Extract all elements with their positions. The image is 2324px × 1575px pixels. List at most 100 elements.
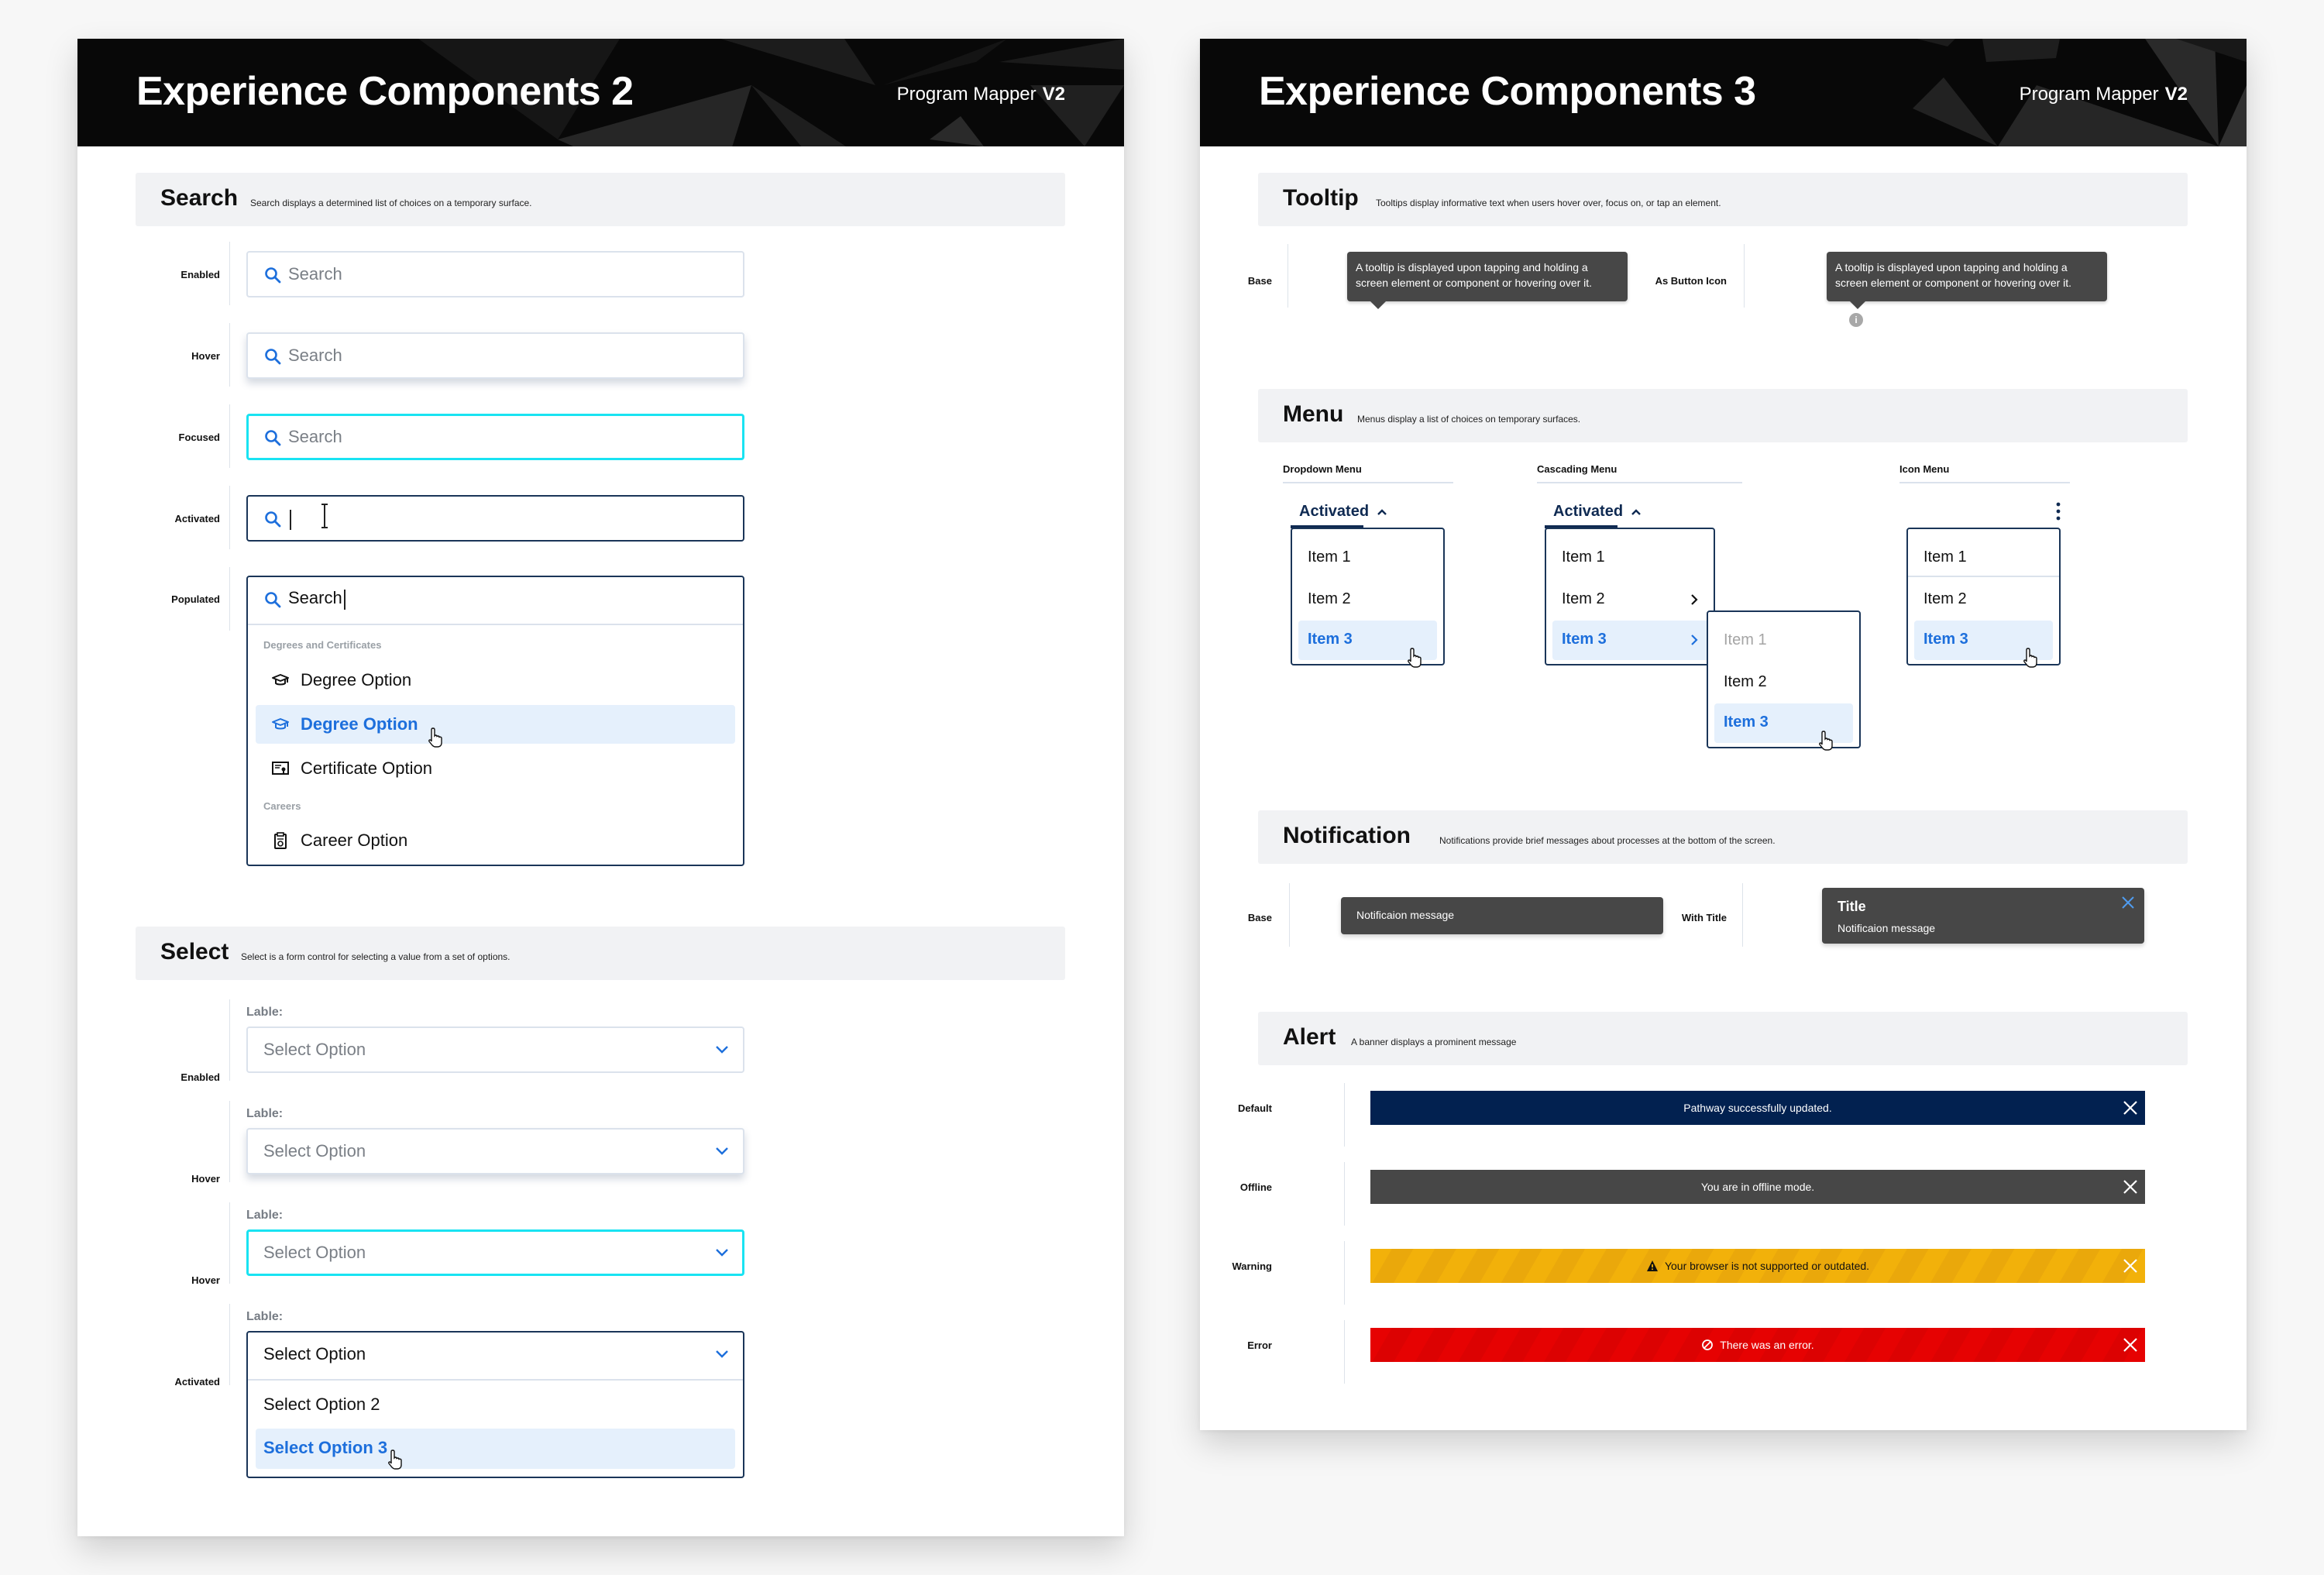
select-value: Select Option xyxy=(263,1243,366,1262)
menu-item-label: Item 3 xyxy=(1562,631,1607,648)
option-label: Degree Option xyxy=(301,670,412,689)
select-hover[interactable]: Select Option xyxy=(246,1128,744,1174)
hand-cursor-icon xyxy=(388,1449,402,1470)
alert-offline: You are in offline mode. xyxy=(1370,1170,2145,1204)
menu-item-label: Item 2 xyxy=(1308,590,1351,607)
close-icon[interactable] xyxy=(2122,1099,2139,1116)
search-placeholder: Search xyxy=(288,427,342,446)
close-icon[interactable] xyxy=(2122,1257,2139,1274)
menu-item-label: Item 3 xyxy=(1724,714,1769,731)
menu-item[interactable]: Item 2 xyxy=(1298,580,1437,620)
prohibited-icon xyxy=(1702,1339,1714,1350)
menu-item[interactable]: Item 2 xyxy=(1914,580,2053,620)
submenu-item-highlighted[interactable]: Item 3 xyxy=(1714,703,1853,751)
divider xyxy=(1537,482,1742,483)
close-icon[interactable] xyxy=(2121,896,2135,910)
chevron-down-icon xyxy=(716,1249,728,1257)
search-icon xyxy=(265,349,281,365)
brand-name: Program Mapper xyxy=(2019,84,2159,105)
search-input-activated[interactable] xyxy=(246,495,744,542)
divider xyxy=(1289,883,1290,947)
menu-item-highlighted[interactable]: Item 3 xyxy=(1552,621,1715,660)
menu-item-with-submenu[interactable]: Item 2 xyxy=(1552,580,1707,620)
chevron-down-icon xyxy=(716,1147,728,1155)
dropdown-menu-trigger[interactable]: Activated xyxy=(1299,503,1387,521)
divider xyxy=(1344,1320,1345,1384)
chevron-up-icon xyxy=(1377,509,1387,515)
search-result-option[interactable]: Certificate Option xyxy=(256,749,735,788)
divider xyxy=(229,323,230,387)
select-option-highlighted[interactable]: Select Option 3 xyxy=(256,1429,735,1470)
menu-item[interactable]: Item 1 xyxy=(1914,538,2053,578)
search-icon xyxy=(265,511,281,528)
divider xyxy=(1344,1083,1345,1147)
option-label: Select Option 3 xyxy=(263,1438,388,1457)
menu-item-highlighted[interactable]: Item 3 xyxy=(1298,621,1437,668)
state-label: Hover xyxy=(191,1274,220,1286)
state-label: Activated xyxy=(174,1376,220,1388)
section-description: A banner displays a prominent message xyxy=(1351,1037,1517,1047)
brand-name: Program Mapper xyxy=(896,84,1037,105)
hand-cursor-icon xyxy=(1819,731,1833,751)
variant-label: With Title xyxy=(1681,912,1727,923)
close-icon[interactable] xyxy=(2122,1178,2139,1195)
variant-label: Warning xyxy=(1232,1260,1272,1272)
option-label: Degree Option xyxy=(301,714,418,734)
submenu-item[interactable]: Item 2 xyxy=(1714,663,1853,703)
search-icon xyxy=(265,267,281,284)
section-description: Notifications provide brief messages abo… xyxy=(1439,835,1776,846)
menu-item-label: Item 1 xyxy=(1308,548,1351,566)
menu-section-header: Menu Menus display a list of choices on … xyxy=(1258,389,2188,442)
hand-cursor-icon xyxy=(428,727,442,748)
alert-error: There was an error. xyxy=(1370,1328,2145,1362)
divider xyxy=(229,1202,230,1284)
page-title: Experience Components 3 xyxy=(1259,69,1756,114)
select-section-header: Select Select is a form control for sele… xyxy=(136,927,1065,980)
divider xyxy=(1344,1162,1345,1226)
search-input-hover[interactable]: Search xyxy=(246,332,744,379)
menu-item[interactable]: Item 1 xyxy=(1298,538,1437,578)
cascading-menu-trigger[interactable]: Activated xyxy=(1553,503,1642,521)
menu-item-label: Item 2 xyxy=(1562,590,1605,607)
alert-message: Pathway successfully updated. xyxy=(1683,1102,1832,1114)
menu-item-highlighted[interactable]: Item 3 xyxy=(1914,621,2053,668)
select-activated[interactable]: Select Option Select Option 2 Select Opt… xyxy=(246,1331,744,1478)
state-label: Hover xyxy=(191,1173,220,1185)
search-result-option[interactable]: Career Option xyxy=(256,821,735,860)
info-icon[interactable]: i xyxy=(1849,313,1863,327)
search-input-populated[interactable]: Search Degrees and Certificates Degree O… xyxy=(246,576,744,866)
select-trigger[interactable]: Select Option xyxy=(248,1333,743,1381)
divider xyxy=(1344,1241,1345,1305)
alert-message: Your browser is not supported or outdate… xyxy=(1664,1260,1870,1272)
search-input-focused[interactable]: Search xyxy=(246,414,744,460)
divider xyxy=(1899,482,2070,483)
search-result-option-highlighted[interactable]: Degree Option xyxy=(256,705,735,748)
hand-cursor-icon xyxy=(2023,648,2037,668)
divider xyxy=(1908,576,2059,577)
certificate-icon xyxy=(272,762,289,775)
divider xyxy=(229,999,230,1081)
menu-item[interactable]: Item 1 xyxy=(1552,538,1707,578)
more-vertical-icon[interactable] xyxy=(2056,502,2061,521)
divider xyxy=(229,1101,230,1182)
submenu-item-disabled: Item 1 xyxy=(1714,621,1853,661)
tooltip-button-icon: A tooltip is displayed upon tapping and … xyxy=(1827,252,2107,309)
chevron-up-icon xyxy=(1631,509,1641,515)
chevron-down-icon xyxy=(716,1046,728,1054)
select-focused[interactable]: Select Option xyxy=(246,1229,744,1276)
result-group-label: Degrees and Certificates xyxy=(263,639,382,651)
select-value: Select Option xyxy=(263,1344,366,1364)
divider xyxy=(229,404,230,468)
section-description: Search displays a determined list of cho… xyxy=(250,198,532,208)
text-caret xyxy=(344,590,346,610)
search-result-option[interactable]: Degree Option xyxy=(256,661,735,700)
close-icon[interactable] xyxy=(2122,1336,2139,1353)
search-field[interactable]: Search xyxy=(248,577,743,625)
select-enabled[interactable]: Select Option xyxy=(246,1027,744,1073)
menu-type-label: Dropdown Menu xyxy=(1283,463,1362,475)
brand-label: Program Mapper V2 xyxy=(2020,84,2188,105)
search-input-enabled[interactable]: Search xyxy=(246,251,744,297)
select-value: Select Option xyxy=(263,1040,366,1059)
select-option[interactable]: Select Option 2 xyxy=(256,1385,735,1425)
menu-item-label: Item 1 xyxy=(1923,548,1967,566)
